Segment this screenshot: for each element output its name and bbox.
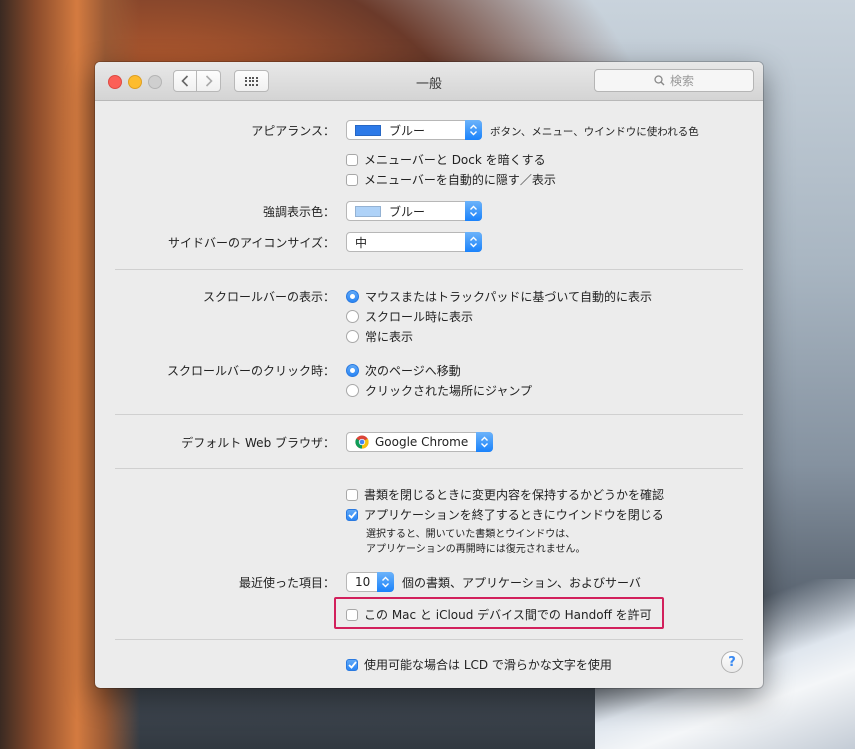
scrollbar-click-jump-label: クリックされた場所にジャンプ [365, 384, 533, 398]
appearance-swatch [355, 124, 381, 136]
scrollbar-click-next-page-label: 次のページへ移動 [365, 364, 461, 378]
recent-items-value: 10 [355, 575, 371, 589]
recent-items-suffix: 個の書類、アプリケーション、およびサーバ [402, 576, 641, 590]
appearance-popup[interactable]: ブルー [346, 120, 482, 140]
close-windows-note-line-1: 選択すると、開いていた書類とウインドウは、 [366, 529, 576, 540]
sidebar-icon-size-popup[interactable]: 中 [346, 232, 482, 252]
handoff-option[interactable]: この Mac と iCloud デバイス間での Handoff を許可 [346, 606, 652, 623]
highlight-color-label: 強調表示色： [262, 205, 335, 219]
scrollbar-show-always-radio[interactable] [346, 330, 359, 343]
updown-chevron-icon [465, 120, 482, 140]
sidebar-icon-size-label: サイドバーのアイコンサイズ： [167, 236, 335, 250]
handoff-label: この Mac と iCloud デバイス間での Handoff を許可 [364, 608, 652, 622]
ask-keep-changes-checkbox[interactable] [346, 488, 358, 501]
checkmark-icon [347, 510, 357, 519]
close-windows-label: アプリケーションを終了するときにウインドウを閉じる [364, 508, 664, 522]
updown-chevron-icon [465, 201, 482, 221]
appearance-label: アピアランス： [251, 124, 335, 138]
scrollbar-click-next-page-option[interactable]: 次のページへ移動 [346, 362, 461, 379]
ask-keep-changes-label: 書類を閉じるときに変更内容を保持するかどうかを確認 [364, 488, 665, 502]
separator [115, 639, 743, 640]
separator [115, 468, 743, 469]
help-icon: ? [728, 654, 736, 670]
highlight-color-popup[interactable]: ブルー [346, 201, 482, 221]
close-windows-note-line-2: アプリケーションの再開時には復元されません。 [366, 544, 586, 555]
lcd-smoothing-option[interactable]: 使用可能な場合は LCD で滑らかな文字を使用 [346, 656, 612, 673]
chrome-icon [355, 435, 369, 449]
close-windows-checkbox[interactable] [346, 508, 358, 521]
help-button[interactable]: ? [721, 651, 743, 673]
autohide-menubar-checkbox[interactable] [346, 173, 358, 186]
scrollbar-show-always-option[interactable]: 常に表示 [346, 328, 413, 345]
highlight-color-value: ブルー [389, 204, 426, 219]
separator [115, 269, 743, 270]
scrollbar-show-auto-radio[interactable] [346, 290, 359, 303]
recent-items-label: 最近使った項目： [238, 576, 335, 590]
lcd-smoothing-label: 使用可能な場合は LCD で滑らかな文字を使用 [364, 658, 612, 672]
scrollbar-click-next-page-radio[interactable] [346, 364, 359, 377]
sidebar-icon-size-value: 中 [355, 235, 368, 250]
default-browser-popup[interactable]: Google Chrome [346, 432, 493, 452]
scrollbar-click-jump-option[interactable]: クリックされた場所にジャンプ [346, 382, 532, 399]
updown-chevron-icon [476, 432, 493, 452]
highlight-swatch [355, 205, 381, 217]
updown-chevron-icon [377, 572, 394, 592]
search-placeholder: 検索 [669, 74, 694, 88]
lcd-smoothing-checkbox[interactable] [346, 658, 358, 671]
dark-menubar-label: メニューバーと Dock を暗くする [364, 153, 546, 167]
ask-keep-changes-option[interactable]: 書類を閉じるときに変更内容を保持するかどうかを確認 [346, 486, 664, 503]
scrollbar-show-scrolling-option[interactable]: スクロール時に表示 [346, 308, 473, 325]
general-preferences-content: アピアランス： ブルー ボタン、メニュー、ウインドウに使われる色 メニューバーと… [95, 101, 763, 688]
title-bar: 一般 検索 [95, 62, 763, 101]
autohide-menubar-option[interactable]: メニューバーを自動的に隠す／表示 [346, 171, 556, 188]
dark-menubar-checkbox[interactable] [346, 153, 358, 166]
separator [115, 414, 743, 415]
scrollbar-show-auto-option[interactable]: マウスまたはトラックパッドに基づいて自動的に表示 [346, 288, 652, 305]
autohide-menubar-label: メニューバーを自動的に隠す／表示 [364, 173, 556, 187]
scrollbar-show-auto-label: マウスまたはトラックパッドに基づいて自動的に表示 [365, 290, 653, 304]
scrollbar-show-scrolling-label: スクロール時に表示 [365, 310, 474, 324]
close-windows-option[interactable]: アプリケーションを終了するときにウインドウを閉じる [346, 506, 664, 523]
scrollbar-show-label: スクロールバーの表示： [202, 290, 335, 304]
updown-chevron-icon [465, 232, 482, 252]
appearance-hint: ボタン、メニュー、ウインドウに使われる色 [490, 126, 699, 138]
scrollbar-show-always-label: 常に表示 [365, 330, 414, 344]
scrollbar-click-jump-radio[interactable] [346, 384, 359, 397]
preferences-window: 一般 検索 アピアランス： ブルー ボタン、メニュー、ウインドウに使われる色 メ… [95, 62, 763, 688]
scrollbar-show-scrolling-radio[interactable] [346, 310, 359, 323]
dark-menubar-option[interactable]: メニューバーと Dock を暗くする [346, 151, 546, 168]
default-browser-value: Google Chrome [375, 435, 469, 449]
search-field[interactable]: 検索 [594, 69, 754, 92]
recent-items-popup[interactable]: 10 [346, 572, 394, 592]
checkmark-icon [347, 660, 357, 669]
scrollbar-click-label: スクロールバーのクリック時： [166, 364, 335, 378]
handoff-checkbox[interactable] [346, 608, 358, 621]
appearance-value: ブルー [389, 123, 426, 138]
default-browser-label: デフォルト Web ブラウザ： [181, 436, 335, 450]
search-icon [654, 75, 665, 86]
